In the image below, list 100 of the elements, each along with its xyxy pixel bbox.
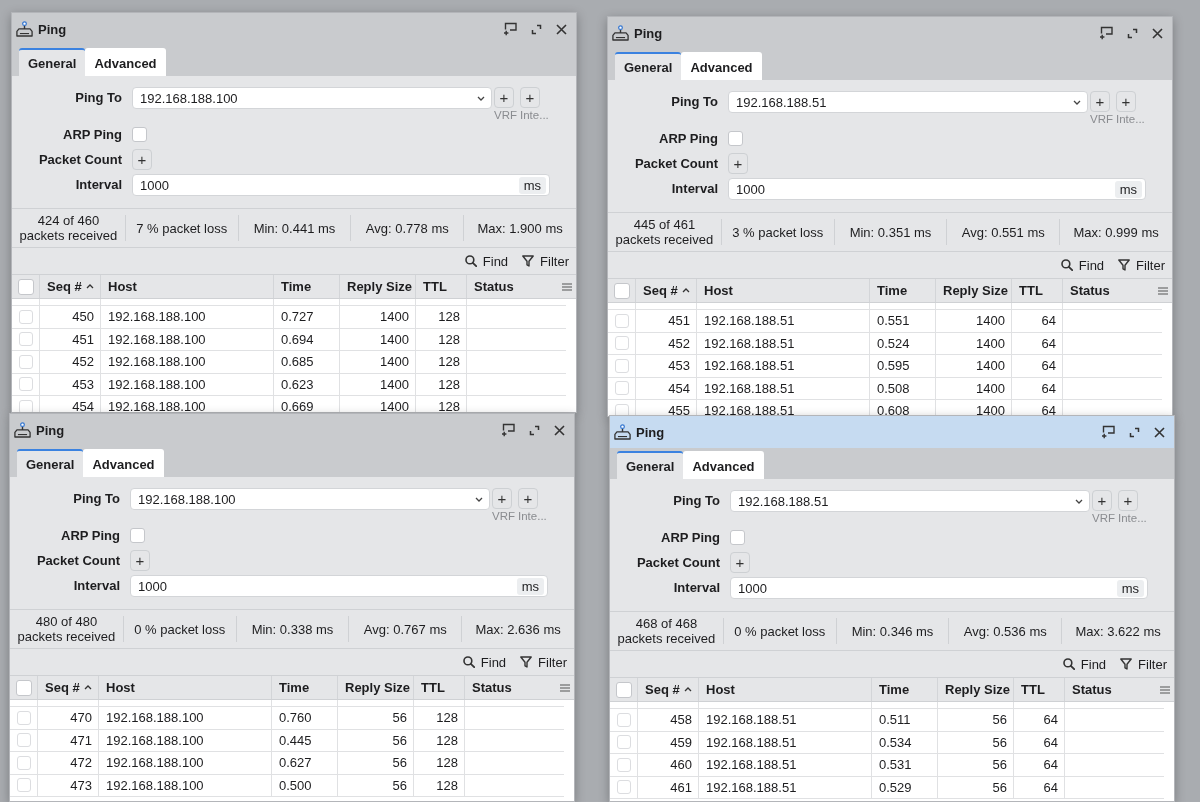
column-header[interactable]: Time xyxy=(871,678,937,701)
checkbox[interactable] xyxy=(15,679,32,696)
checkbox[interactable] xyxy=(18,377,33,392)
expand-icon[interactable] xyxy=(1129,426,1140,438)
new-window-icon[interactable] xyxy=(1100,425,1115,439)
input-field[interactable]: 1000 ms xyxy=(730,577,1148,599)
close-icon[interactable] xyxy=(556,23,567,35)
find-button[interactable]: Find xyxy=(1060,257,1105,273)
add-button[interactable]: + xyxy=(1090,91,1110,112)
add-button[interactable]: + xyxy=(130,550,150,571)
add-button[interactable]: + xyxy=(1092,490,1112,511)
checkbox[interactable] xyxy=(18,332,33,347)
add-button[interactable]: + xyxy=(520,87,540,108)
column-header[interactable]: Host xyxy=(98,676,271,699)
column-header[interactable]: Time xyxy=(271,676,337,699)
chevron-down-icon[interactable] xyxy=(1073,99,1081,105)
column-header[interactable]: Host xyxy=(100,275,273,298)
tab[interactable]: General xyxy=(615,52,682,80)
checkbox[interactable] xyxy=(16,733,31,748)
add-button[interactable]: + xyxy=(728,153,748,174)
tab[interactable]: Advanced xyxy=(85,48,166,76)
chevron-down-icon[interactable] xyxy=(1075,498,1083,504)
add-button[interactable]: + xyxy=(1118,490,1138,511)
column-header[interactable]: Reply Size xyxy=(937,678,1013,701)
expand-icon[interactable] xyxy=(529,424,540,436)
column-header[interactable]: Reply Size xyxy=(339,275,415,298)
new-window-icon[interactable] xyxy=(500,423,515,437)
add-button[interactable]: + xyxy=(494,87,514,108)
checkbox[interactable] xyxy=(614,358,629,373)
dropdown-field[interactable]: 192.168.188.51 xyxy=(728,91,1088,113)
input-field[interactable]: 1000 ms xyxy=(132,174,550,196)
checkbox[interactable] xyxy=(613,282,630,299)
new-window-icon[interactable] xyxy=(1098,26,1113,40)
checkbox[interactable] xyxy=(18,399,33,412)
checkbox[interactable] xyxy=(616,780,631,795)
checkbox[interactable] xyxy=(18,354,33,369)
checkbox[interactable] xyxy=(614,336,629,351)
column-header[interactable]: Time xyxy=(869,279,935,302)
column-header[interactable]: Host xyxy=(696,279,869,302)
column-header[interactable]: TTL xyxy=(1011,279,1062,302)
checkbox[interactable] xyxy=(132,127,147,142)
close-icon[interactable] xyxy=(1152,27,1163,39)
menu-icon[interactable] xyxy=(1158,286,1168,295)
add-button[interactable]: + xyxy=(492,488,512,509)
column-header[interactable]: Status xyxy=(464,676,556,699)
dropdown-field[interactable]: 192.168.188.51 xyxy=(730,490,1090,512)
column-header[interactable]: Reply Size xyxy=(935,279,1011,302)
filter-button[interactable]: Filter xyxy=(1120,656,1167,672)
add-button[interactable]: + xyxy=(1116,91,1136,112)
column-header[interactable]: TTL xyxy=(415,275,466,298)
chevron-down-icon[interactable] xyxy=(477,95,485,101)
tab[interactable]: General xyxy=(617,451,684,479)
checkbox[interactable] xyxy=(616,757,631,772)
filter-button[interactable]: Filter xyxy=(522,253,569,269)
checkbox[interactable] xyxy=(616,712,631,727)
expand-icon[interactable] xyxy=(1127,27,1138,39)
checkbox[interactable] xyxy=(614,313,629,328)
checkbox[interactable] xyxy=(16,710,31,725)
checkbox[interactable] xyxy=(730,530,745,545)
input-field[interactable]: 1000 ms xyxy=(130,575,548,597)
column-header[interactable]: Host xyxy=(698,678,871,701)
close-icon[interactable] xyxy=(1154,426,1165,438)
menu-icon[interactable] xyxy=(1160,685,1170,694)
checkbox[interactable] xyxy=(615,681,632,698)
column-header[interactable]: Reply Size xyxy=(337,676,413,699)
add-button[interactable]: + xyxy=(730,552,750,573)
close-icon[interactable] xyxy=(554,424,565,436)
menu-icon[interactable] xyxy=(562,282,572,291)
column-header[interactable]: Seq # xyxy=(635,279,696,302)
input-field[interactable]: 1000 ms xyxy=(728,178,1146,200)
add-button[interactable]: + xyxy=(132,149,152,170)
column-header[interactable]: Status xyxy=(1064,678,1156,701)
checkbox[interactable] xyxy=(17,278,34,295)
column-header[interactable]: Seq # xyxy=(39,275,100,298)
filter-button[interactable]: Filter xyxy=(520,654,567,670)
column-header[interactable]: Seq # xyxy=(637,678,698,701)
column-header[interactable]: TTL xyxy=(413,676,464,699)
checkbox[interactable] xyxy=(728,131,743,146)
chevron-down-icon[interactable] xyxy=(475,496,483,502)
menu-icon[interactable] xyxy=(560,683,570,692)
tab[interactable]: Advanced xyxy=(683,451,764,479)
column-header[interactable]: Status xyxy=(466,275,558,298)
find-button[interactable]: Find xyxy=(464,253,509,269)
filter-button[interactable]: Filter xyxy=(1118,257,1165,273)
find-button[interactable]: Find xyxy=(462,654,507,670)
find-button[interactable]: Find xyxy=(1062,656,1107,672)
tab[interactable]: Advanced xyxy=(681,52,762,80)
column-header[interactable]: TTL xyxy=(1013,678,1064,701)
checkbox[interactable] xyxy=(18,309,33,324)
expand-icon[interactable] xyxy=(531,23,542,35)
checkbox[interactable] xyxy=(16,778,31,793)
tab[interactable]: General xyxy=(17,449,84,477)
checkbox[interactable] xyxy=(16,755,31,770)
checkbox[interactable] xyxy=(616,735,631,750)
tab[interactable]: Advanced xyxy=(83,449,164,477)
dropdown-field[interactable]: 192.168.188.100 xyxy=(132,87,492,109)
checkbox[interactable] xyxy=(614,381,629,396)
add-button[interactable]: + xyxy=(518,488,538,509)
column-header[interactable]: Status xyxy=(1062,279,1154,302)
tab[interactable]: General xyxy=(19,48,86,76)
